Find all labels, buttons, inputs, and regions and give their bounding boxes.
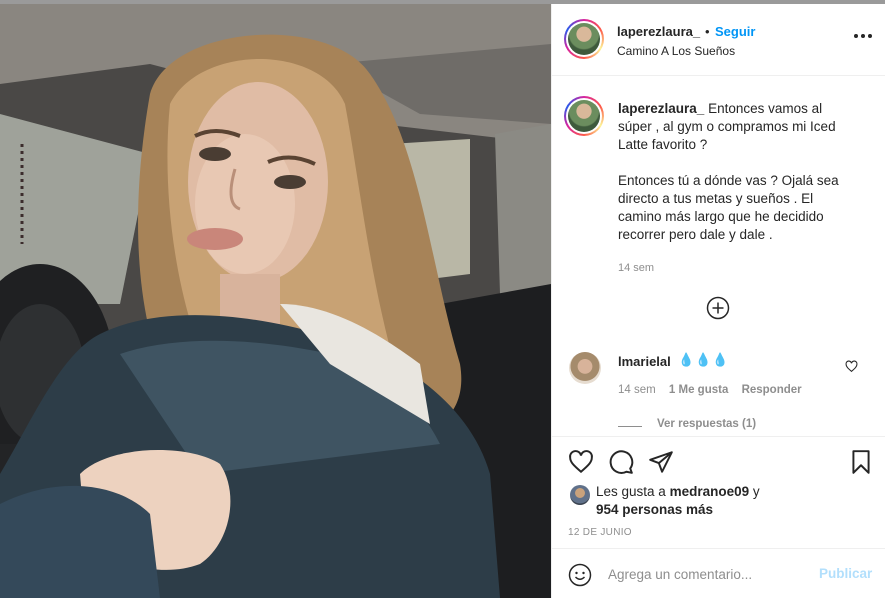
comment-meta: 14 sem 1 Me gusta Responder (618, 384, 812, 396)
caption-text: Entonces vamos al súper , al gym o compr… (618, 101, 839, 242)
author-username[interactable]: laperezlaura_ (617, 24, 700, 39)
caption-body: laperezlaura_ Entonces vamos al súper , … (618, 100, 858, 244)
likes-suffix: y (749, 484, 760, 499)
comment-likes[interactable]: 1 Me gusta (669, 384, 728, 396)
replies-divider (618, 426, 642, 427)
post-header: laperezlaura_ • Seguir Camino A Los Sueñ… (552, 4, 885, 76)
add-comment-bar: Publicar (552, 548, 885, 598)
commenter-username[interactable]: lmarielal (618, 354, 671, 369)
liker-avatar[interactable] (570, 485, 590, 505)
reply-button[interactable]: Responder (742, 384, 802, 396)
more-options-icon[interactable] (854, 34, 872, 40)
author-avatar[interactable] (564, 19, 604, 59)
liker-username[interactable]: medranoe09 (670, 484, 750, 499)
likes-prefix: Les gusta a (596, 484, 670, 499)
publish-button[interactable]: Publicar (819, 566, 872, 581)
post-date[interactable]: 12 DE JUNIO (568, 527, 632, 538)
paper-plane-icon[interactable] (648, 449, 674, 475)
likes-text: Les gusta a medranoe09 y 954 personas más (596, 483, 796, 519)
comment-icon[interactable] (608, 449, 634, 475)
instagram-post: laperezlaura_ • Seguir Camino A Los Sueñ… (0, 0, 885, 598)
follow-button[interactable]: Seguir (715, 24, 755, 39)
post-photo[interactable] (0, 4, 551, 598)
caption-username[interactable]: laperezlaura_ (618, 101, 704, 116)
comment-like-heart-icon[interactable] (845, 360, 858, 373)
post-actions: Les gusta a medranoe09 y 954 personas más… (552, 436, 885, 548)
comment-input[interactable] (608, 563, 808, 585)
view-replies-button[interactable]: Ver respuestas (1) (657, 418, 756, 430)
likes-count[interactable]: 954 personas más (596, 502, 713, 517)
caption-author-avatar[interactable] (564, 96, 604, 136)
commenter-avatar[interactable] (569, 352, 601, 384)
comments-section[interactable]: laperezlaura_ Entonces vamos al súper , … (552, 76, 885, 436)
comment-text: 💧💧💧 (678, 352, 730, 367)
post-side-panel: laperezlaura_ • Seguir Camino A Los Sueñ… (551, 4, 885, 598)
caption-timestamp[interactable]: 14 sem (618, 262, 654, 274)
plus-circle-icon[interactable] (706, 296, 730, 320)
smiley-icon[interactable] (568, 563, 592, 587)
separator-dot: • (705, 24, 710, 39)
heart-icon[interactable] (568, 449, 594, 475)
comment-timestamp[interactable]: 14 sem (618, 384, 656, 396)
photo-illustration (0, 4, 551, 598)
bookmark-icon[interactable] (848, 449, 874, 475)
location-link[interactable]: Camino A Los Sueños (617, 44, 735, 58)
